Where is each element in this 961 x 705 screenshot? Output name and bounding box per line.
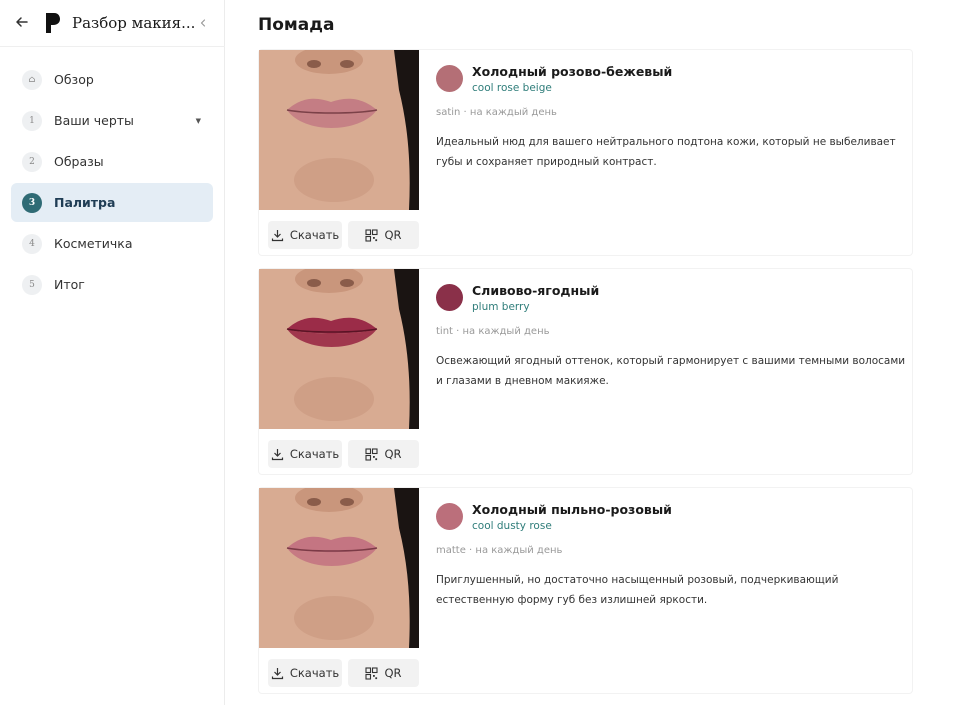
sidebar: Разбор макия... ⌂ Обзор 1 Ваши черты ▼ 2… [0, 0, 225, 705]
sidebar-item-cosmetics[interactable]: 4 Косметичка [11, 224, 213, 263]
download-button[interactable]: Скачать [268, 659, 342, 687]
download-label: Скачать [289, 447, 340, 461]
qr-icon [365, 447, 379, 461]
sidebar-header: Разбор макия... [0, 0, 225, 47]
download-button[interactable]: Скачать [268, 221, 342, 249]
shade-english-name: cool dusty rose [472, 520, 552, 532]
sidebar-item-label: Ваши черты [54, 113, 134, 128]
lipstick-card: Скачать QR Холодный розово-бежевый cool … [258, 49, 913, 256]
sidebar-item-label: Палитра [54, 195, 116, 210]
lipstick-card: Скачать QR Сливово-ягодный plum berry ti… [258, 268, 913, 475]
sidebar-item-features[interactable]: 1 Ваши черты ▼ [11, 101, 213, 140]
color-swatch [436, 284, 463, 311]
sidebar-item-summary[interactable]: 5 Итог [11, 265, 213, 304]
qr-button[interactable]: QR [348, 221, 419, 249]
download-icon [271, 667, 283, 679]
download-label: Скачать [289, 228, 340, 242]
shade-name: Холодный пыльно-розовый [472, 502, 672, 517]
sidebar-title: Разбор макия... [72, 14, 196, 32]
sidebar-item-overview[interactable]: ⌂ Обзор [11, 60, 213, 99]
logo [45, 12, 61, 34]
download-icon [271, 448, 283, 460]
color-swatch [436, 65, 463, 92]
shade-description: Приглушенный, но достаточно насыщенный р… [436, 574, 839, 606]
sidebar-item-label: Обзор [54, 72, 94, 87]
page-title: Помада [258, 15, 335, 35]
sidebar-nav: ⌂ Обзор 1 Ваши черты ▼ 2 Образы 3 Палитр… [11, 60, 213, 306]
shade-meta: satin · на каждый день [436, 107, 557, 118]
lip-photo [259, 488, 419, 648]
download-label: Скачать [289, 666, 340, 680]
shade-description: Освежающий ягодный оттенок, который гарм… [436, 355, 906, 387]
step-number: 2 [22, 151, 42, 172]
lip-photo [259, 269, 419, 429]
shade-name: Холодный розово-бежевый [472, 64, 673, 79]
shade-english-name: cool rose beige [472, 82, 552, 94]
shade-description: Идеальный нюд для вашего нейтрального по… [436, 136, 896, 168]
shade-meta: tint · на каждый день [436, 326, 550, 337]
qr-label: QR [384, 447, 402, 461]
color-swatch [436, 503, 463, 530]
shade-meta: matte · на каждый день [436, 545, 563, 556]
arrow-left-icon[interactable] [15, 13, 29, 31]
sidebar-item-label: Образы [54, 154, 104, 169]
sidebar-item-looks[interactable]: 2 Образы [11, 142, 213, 181]
chevron-left-icon[interactable] [198, 15, 208, 31]
step-number: 1 [22, 110, 42, 131]
shade-name: Сливово-ягодный [472, 283, 600, 298]
sidebar-item-palette[interactable]: 3 Палитра [11, 183, 213, 222]
qr-icon [365, 666, 379, 680]
qr-icon [365, 228, 379, 242]
step-number: 5 [22, 274, 42, 295]
caret-down-icon[interactable]: ▼ [196, 117, 201, 125]
download-button[interactable]: Скачать [268, 440, 342, 468]
step-number: 4 [22, 233, 42, 254]
sidebar-item-label: Косметичка [54, 236, 133, 251]
download-icon [271, 229, 283, 241]
home-icon: ⌂ [22, 69, 42, 90]
lipstick-card: Скачать QR Холодный пыльно-розовый cool … [258, 487, 913, 694]
qr-button[interactable]: QR [348, 659, 419, 687]
main-content: Помада Скачать QR Холодный розово-бежевы… [226, 0, 961, 705]
shade-english-name: plum berry [472, 301, 530, 313]
qr-label: QR [384, 666, 402, 680]
sidebar-item-label: Итог [54, 277, 85, 292]
qr-label: QR [384, 228, 402, 242]
step-number: 3 [22, 192, 42, 213]
lip-photo [259, 50, 419, 210]
qr-button[interactable]: QR [348, 440, 419, 468]
